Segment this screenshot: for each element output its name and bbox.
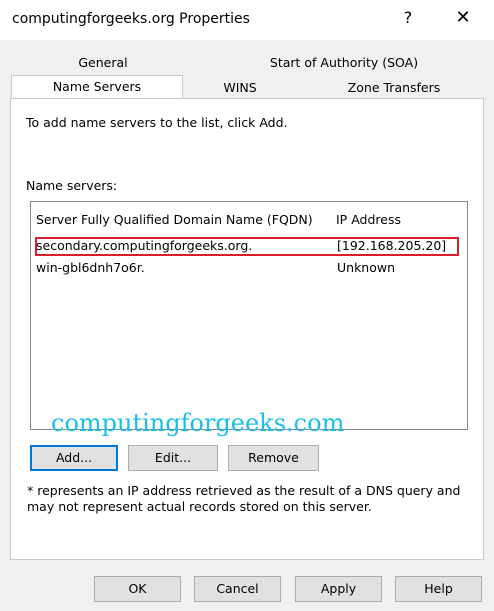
name-servers-panel: To add name servers to the list, click A… bbox=[10, 98, 484, 560]
row-fqdn: win-gbl6dnh7o6r. bbox=[36, 260, 145, 275]
name-servers-label: Name servers: bbox=[26, 178, 118, 193]
column-header-fqdn[interactable]: Server Fully Qualified Domain Name (FQDN… bbox=[36, 212, 313, 227]
table-row[interactable]: secondary.computingforgeeks.org. [192.16… bbox=[35, 238, 463, 255]
help-button[interactable]: Help bbox=[395, 576, 482, 602]
close-icon[interactable]: ✕ bbox=[448, 7, 478, 28]
instruction-text: To add name servers to the list, click A… bbox=[26, 115, 288, 130]
row-fqdn: secondary.computingforgeeks.org. bbox=[36, 238, 253, 253]
edit-button[interactable]: Edit... bbox=[128, 445, 218, 471]
properties-dialog: computingforgeeks.org Properties ? ✕ Gen… bbox=[0, 0, 494, 611]
help-question-icon[interactable]: ? bbox=[393, 8, 423, 27]
ok-button[interactable]: OK bbox=[94, 576, 181, 602]
remove-button[interactable]: Remove bbox=[228, 445, 319, 471]
ip-note: * represents an IP address retrieved as … bbox=[27, 483, 461, 514]
row-ip: [192.168.205.20] bbox=[337, 238, 447, 253]
tab-zone-transfers[interactable]: Zone Transfers bbox=[332, 77, 456, 99]
tab-general[interactable]: General bbox=[28, 52, 178, 74]
apply-button[interactable]: Apply bbox=[295, 576, 382, 602]
add-button[interactable]: Add... bbox=[30, 445, 118, 471]
name-servers-list[interactable]: Server Fully Qualified Domain Name (FQDN… bbox=[30, 201, 468, 437]
column-header-ip-address[interactable]: IP Address bbox=[336, 212, 401, 227]
table-row[interactable]: win-gbl6dnh7o6r. Unknown bbox=[35, 260, 463, 277]
cancel-button[interactable]: Cancel bbox=[194, 576, 281, 602]
tab-start-of-authority[interactable]: Start of Authority (SOA) bbox=[244, 52, 444, 74]
window-title: computingforgeeks.org Properties bbox=[12, 11, 250, 27]
watermark-text: computingforgeeks.com bbox=[51, 409, 345, 437]
tab-wins[interactable]: WINS bbox=[200, 77, 280, 99]
tab-name-servers[interactable]: Name Servers bbox=[11, 75, 183, 98]
title-bar[interactable]: computingforgeeks.org Properties ? ✕ bbox=[0, 0, 494, 40]
row-ip: Unknown bbox=[337, 260, 396, 275]
